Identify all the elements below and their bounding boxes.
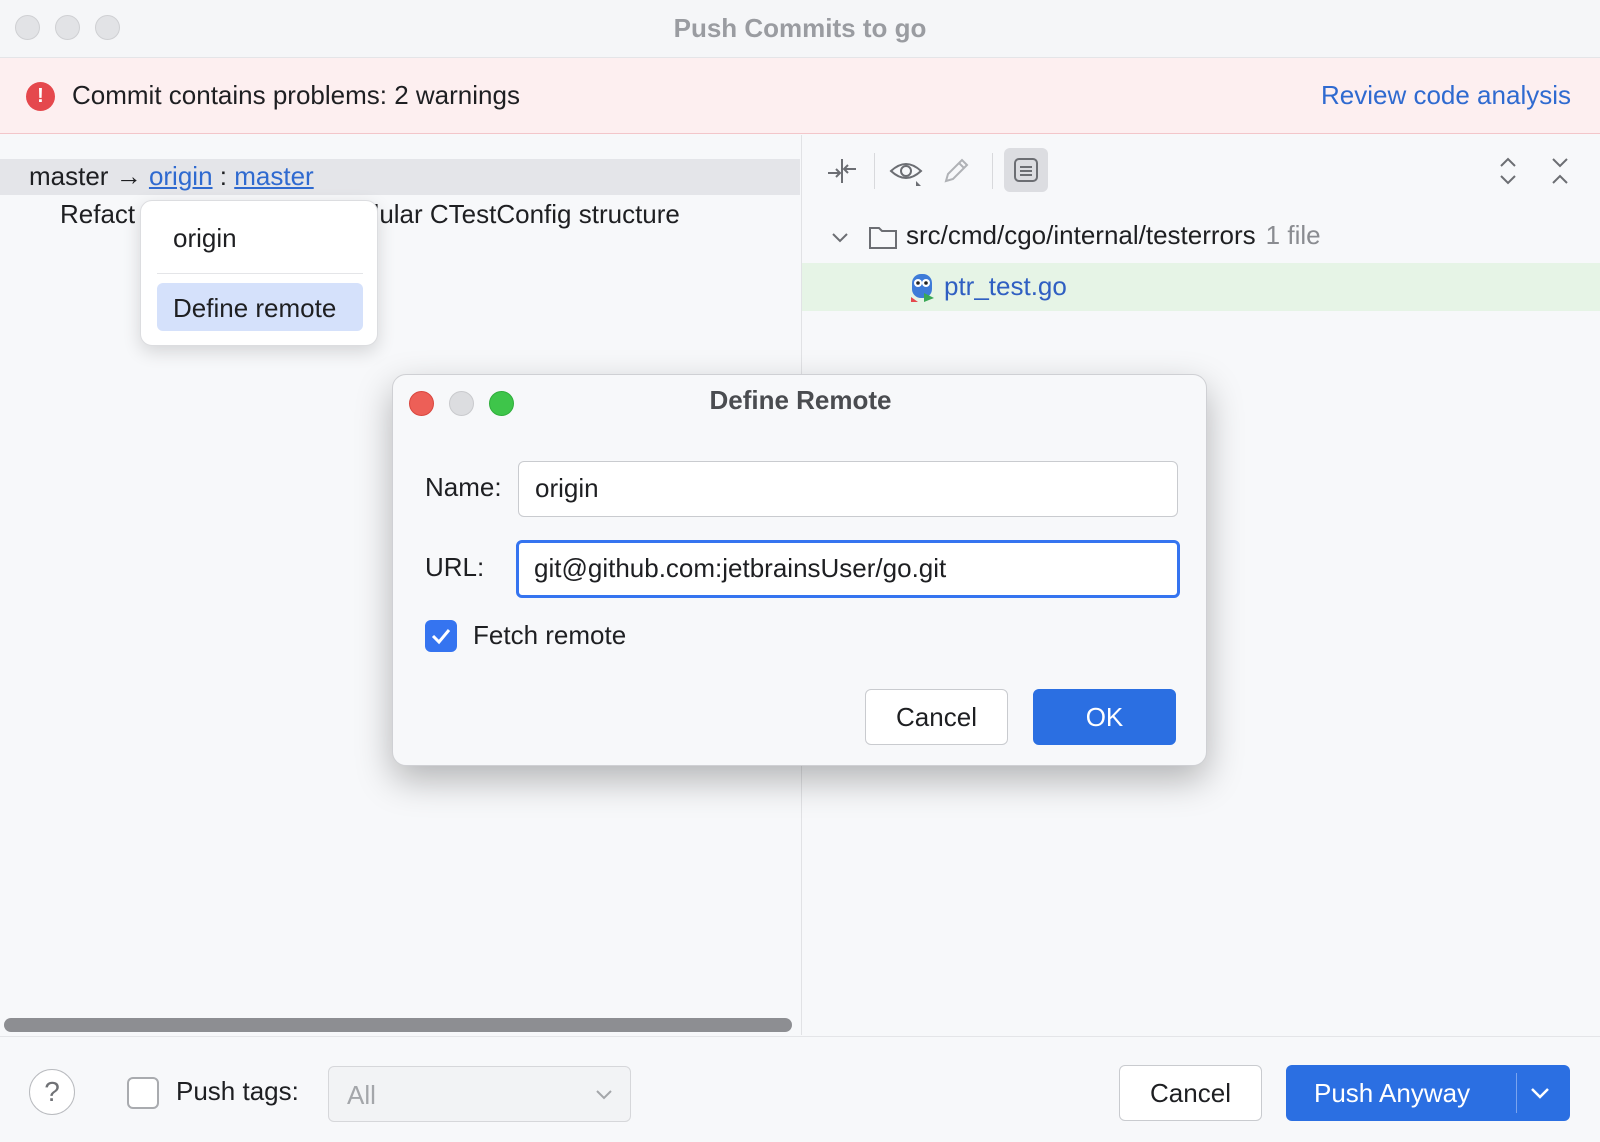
branch-row[interactable]: master → origin : master <box>0 159 800 195</box>
error-icon: ! <box>26 82 55 111</box>
edit-icon[interactable] <box>938 153 974 189</box>
menu-item-label: Define remote <box>173 293 336 324</box>
folder-path: src/cmd/cgo/internal/testerrors <box>906 220 1256 250</box>
chevron-down-icon <box>594 1084 614 1104</box>
problems-banner: ! Commit contains problems: 2 warnings R… <box>0 58 1600 134</box>
go-test-file-icon <box>908 271 938 303</box>
local-branch: master <box>29 161 108 191</box>
dialog-cancel-button[interactable]: Cancel <box>865 689 1008 745</box>
window-title: Push Commits to go <box>0 13 1600 44</box>
collapse-diff-icon[interactable] <box>824 153 860 189</box>
fetch-remote-checkbox[interactable] <box>425 620 457 652</box>
menu-item-origin[interactable]: origin <box>173 223 237 254</box>
url-label: URL: <box>425 552 484 583</box>
cancel-button[interactable]: Cancel <box>1119 1065 1262 1121</box>
push-tags-checkbox[interactable] <box>127 1077 159 1109</box>
fetch-remote-label: Fetch remote <box>473 620 626 651</box>
name-input[interactable] <box>535 462 1155 514</box>
file-count: 1 file <box>1266 220 1321 250</box>
tree-folder-row[interactable]: src/cmd/cgo/internal/testerrors 1 file <box>802 217 1600 257</box>
remote-link[interactable]: origin <box>149 161 213 191</box>
remote-popup-menu: origin Define remote <box>140 200 378 346</box>
push-tags-label: Push tags: <box>176 1076 299 1107</box>
problems-message: Commit contains problems: 2 warnings <box>72 80 520 111</box>
menu-separator <box>157 273 363 274</box>
remote-branch-link[interactable]: master <box>234 161 313 191</box>
dialog-title: Define Remote <box>393 385 1208 416</box>
push-anyway-button[interactable]: Push Anyway <box>1314 1078 1470 1109</box>
eye-icon[interactable] <box>888 153 924 189</box>
expand-all-icon[interactable] <box>1490 153 1526 189</box>
bottom-bar: ? Push tags: All Cancel Push Anyway <box>0 1036 1600 1142</box>
menu-item-define-remote[interactable]: Define remote <box>157 283 363 331</box>
chevron-down-icon[interactable] <box>1527 1082 1553 1104</box>
folder-icon <box>868 223 898 251</box>
tags-select: All <box>328 1066 631 1122</box>
tree-file-row[interactable]: ptr_test.go <box>802 263 1600 311</box>
chevron-down-icon[interactable] <box>830 227 850 247</box>
split-separator <box>1516 1073 1517 1113</box>
toolbar-separator <box>874 153 875 189</box>
horizontal-scrollbar[interactable] <box>4 1018 792 1032</box>
define-remote-dialog: Define Remote Name: URL: Fetch remote Ca… <box>392 374 1207 766</box>
file-name: ptr_test.go <box>944 271 1067 302</box>
arrow-icon: → <box>116 161 142 191</box>
toolbar-separator <box>992 153 993 189</box>
name-label: Name: <box>425 472 502 503</box>
title-bar: Push Commits to go <box>0 0 1600 58</box>
review-code-analysis-link[interactable]: Review code analysis <box>1321 80 1571 111</box>
push-anyway-split-button[interactable]: Push Anyway <box>1286 1065 1570 1121</box>
name-field[interactable] <box>518 461 1178 517</box>
branch-separator: : <box>220 161 227 191</box>
tags-select-value: All <box>347 1080 376 1111</box>
collapse-all-icon[interactable] <box>1542 153 1578 189</box>
url-field[interactable] <box>516 540 1180 598</box>
details-icon <box>1004 148 1048 192</box>
help-button[interactable]: ? <box>29 1069 75 1115</box>
url-input[interactable] <box>534 543 1154 593</box>
commit-details-toggle[interactable] <box>1004 148 1048 192</box>
ok-button[interactable]: OK <box>1033 689 1176 745</box>
checkmark-icon <box>425 620 457 652</box>
